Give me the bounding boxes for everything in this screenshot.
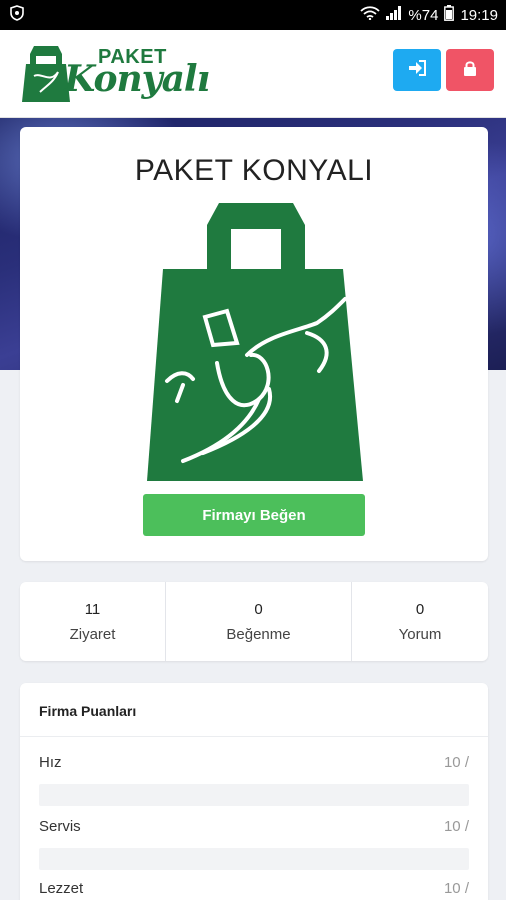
stat-visits: 11 Ziyaret — [20, 582, 165, 661]
logo-text-konyali: Konyalı — [64, 58, 210, 100]
stat-likes: 0 Beğenme — [165, 582, 351, 661]
wifi-icon — [360, 6, 381, 24]
company-name: PAKET KONYALI — [134, 154, 374, 187]
login-button[interactable] — [393, 49, 441, 91]
company-scores-card: Firma Puanları Hız 10 / Servis 10 / Lezz… — [20, 683, 488, 900]
sign-in-icon — [408, 59, 426, 81]
stat-comments: 0 Yorum — [351, 582, 488, 661]
status-bar: %74 19:19 — [0, 0, 506, 30]
lock-icon — [463, 60, 477, 81]
clock: 19:19 — [460, 6, 498, 24]
stat-value: 0 — [254, 600, 263, 618]
score-bar — [39, 848, 469, 870]
stat-label: Ziyaret — [69, 625, 116, 643]
score-value: 10 / — [443, 880, 469, 897]
company-card: PAKET KONYALI Firmayı Beğen — [20, 127, 488, 561]
signal-icon — [386, 6, 402, 24]
shield-icon — [10, 5, 24, 25]
like-company-button[interactable]: Firmayı Beğen — [143, 494, 365, 536]
stat-value: 11 — [84, 600, 101, 618]
stats-card: 11 Ziyaret 0 Beğenme 0 Yorum — [20, 582, 488, 661]
score-value: 10 / — [443, 818, 469, 835]
stat-label: Beğenme — [226, 625, 291, 643]
divider — [20, 736, 488, 737]
stat-value: 0 — [415, 600, 425, 618]
brand-logo[interactable]: PAKET Konyalı — [20, 42, 210, 106]
score-name: Hız — [39, 754, 62, 771]
score-value: 10 / — [443, 754, 469, 771]
app-header: PAKET Konyalı — [0, 30, 506, 118]
company-bag-logo — [147, 203, 363, 481]
score-name: Lezzet — [39, 880, 84, 897]
score-bar — [39, 784, 469, 806]
lock-button[interactable] — [446, 49, 494, 91]
battery-percent: %74 — [408, 6, 439, 24]
score-name: Servis — [39, 818, 81, 835]
stat-label: Yorum — [398, 625, 442, 643]
scores-title: Firma Puanları — [39, 703, 137, 719]
battery-icon — [444, 5, 455, 25]
